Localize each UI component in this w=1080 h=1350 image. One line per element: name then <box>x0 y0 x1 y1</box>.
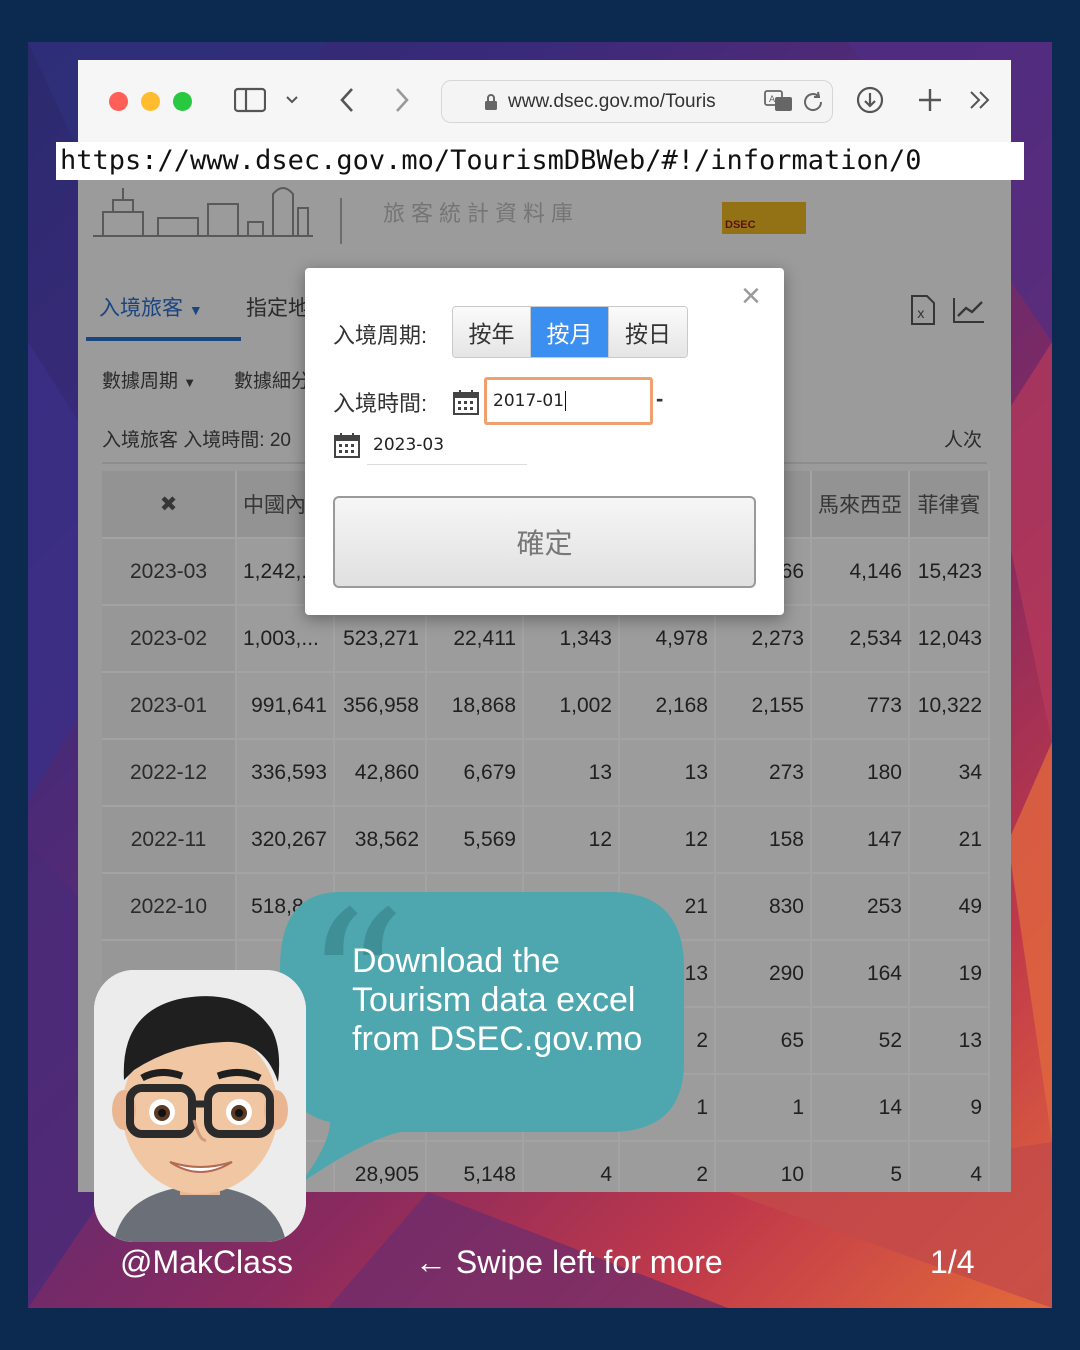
swipe-hint: ← Swipe left for more <box>415 1244 723 1280</box>
translate-icon[interactable]: A <box>764 90 794 112</box>
minimize-window-button[interactable] <box>141 92 160 111</box>
speech-bubble: “ Download the Tourism data excel from D… <box>280 886 700 1192</box>
zoom-window-button[interactable] <box>173 92 192 111</box>
start-date-input[interactable]: 2017-01 <box>484 377 653 425</box>
segment-by-day[interactable]: 按日 <box>609 307 687 357</box>
download-icon[interactable] <box>854 82 886 118</box>
new-tab-icon[interactable] <box>914 82 946 118</box>
time-label: 入境時間: <box>333 391 428 416</box>
chevron-down-icon[interactable] <box>281 82 303 118</box>
address-bar[interactable]: www.dsec.gov.mo/Touris A <box>441 80 833 123</box>
reload-icon[interactable] <box>803 90 825 114</box>
segment-by-month[interactable]: 按月 <box>531 307 609 357</box>
url-banner: https://www.dsec.gov.mo/TourismDBWeb/#!/… <box>56 142 1024 180</box>
sidebar-icon[interactable] <box>232 82 268 118</box>
close-window-button[interactable] <box>109 92 128 111</box>
date-range-dialog: × 入境周期: 按年 按月 按日 入境時間: 2017-01 - 2023-03… <box>305 268 784 615</box>
browser-toolbar: www.dsec.gov.mo/Touris A <box>78 60 1011 144</box>
period-segmented-control: 按年 按月 按日 <box>452 306 688 358</box>
calendar-icon[interactable] <box>333 431 361 459</box>
page-counter: 1/4 <box>930 1244 975 1280</box>
more-tabs-icon[interactable] <box>964 82 996 118</box>
close-icon[interactable]: × <box>741 278 761 314</box>
avatar <box>94 970 306 1242</box>
back-icon[interactable] <box>333 82 361 118</box>
lock-icon <box>485 94 497 110</box>
svg-text:A: A <box>769 95 776 105</box>
end-date-input[interactable]: 2023-03 <box>367 425 527 465</box>
period-label: 入境周期: <box>333 323 428 348</box>
address-text: www.dsec.gov.mo/Touris <box>508 90 716 112</box>
segment-by-year[interactable]: 按年 <box>453 307 531 357</box>
calendar-icon[interactable] <box>452 388 480 416</box>
handle-label: @MakClass <box>120 1244 293 1280</box>
range-separator: - <box>656 386 664 411</box>
bubble-text: Download the Tourism data excel from DSE… <box>352 942 643 1058</box>
confirm-button[interactable]: 確定 <box>333 496 756 588</box>
forward-icon[interactable] <box>388 82 416 118</box>
